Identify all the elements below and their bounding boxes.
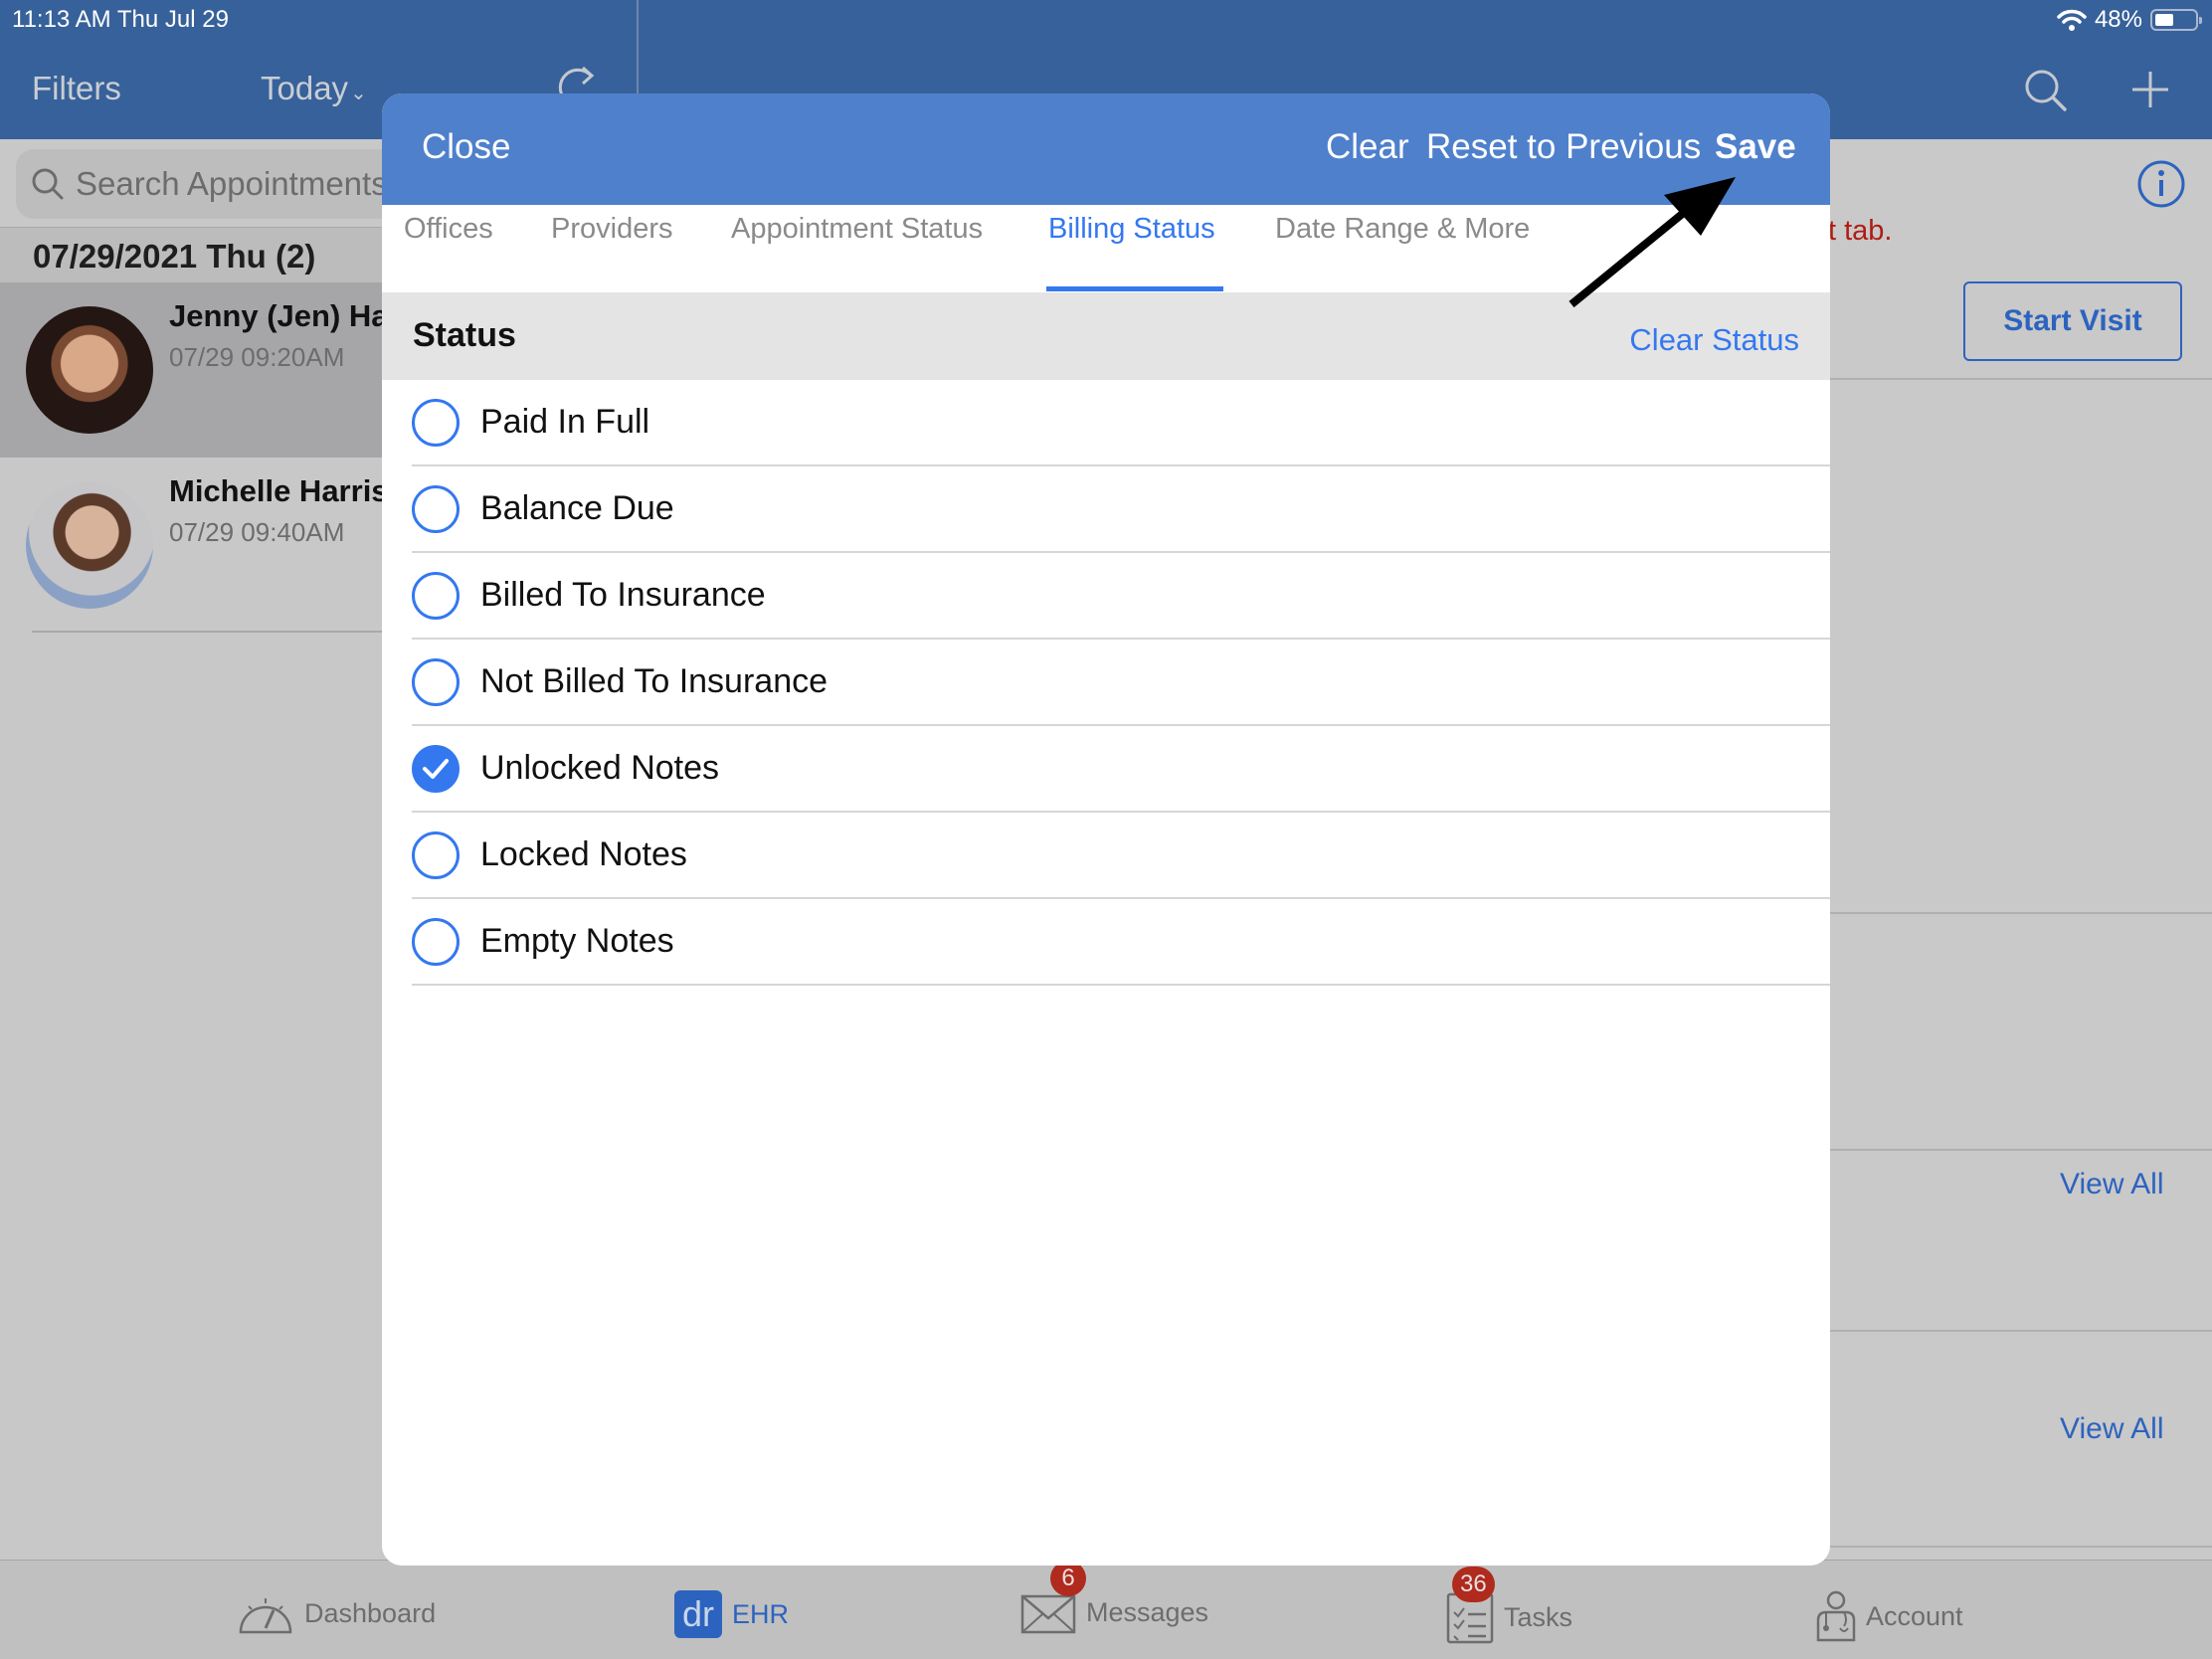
unchecked-circle-icon[interactable] [412,830,460,879]
status-option-row[interactable]: Locked Notes [412,813,1830,899]
search-icon[interactable] [2023,68,2069,113]
wifi-icon [2057,9,2087,31]
today-dropdown[interactable]: Today ⌄ [261,70,367,107]
clear-status-button[interactable]: Clear Status [1629,322,1799,358]
status-option-label: Empty Notes [480,922,674,960]
messages-badge: 6 [1050,1561,1086,1596]
status-option-label: Not Billed To Insurance [480,662,829,700]
chevron-down-icon: ⌄ [350,83,367,104]
start-visit-button[interactable]: Start Visit [1963,281,2182,361]
unchecked-circle-icon[interactable] [412,398,460,447]
section-title: Status [413,316,516,354]
tab-label: Dashboard [304,1597,437,1628]
dr-logo-icon: dr [674,1590,722,1638]
warning-message: t tab. [1828,215,1893,247]
view-all-link[interactable]: View All [2060,1412,2164,1446]
today-label: Today [261,70,349,106]
unchecked-circle-icon[interactable] [412,571,460,620]
status-section-header: Status Clear Status [382,292,1830,380]
checked-circle-icon[interactable] [412,744,460,793]
date-header-text: 07/29/2021 Thu (2) [33,238,316,275]
patient-avatar [26,306,153,434]
modal-header: Close Clear Reset to Previous Save [382,93,1830,205]
status-option-row[interactable]: Balance Due [412,466,1830,553]
tasks-badge: 36 [1452,1567,1495,1602]
tab-offices[interactable]: Offices [404,213,493,246]
status-option-label: Unlocked Notes [480,749,720,787]
tab-dashboard[interactable]: Dashboard [237,1590,436,1636]
checkmark-icon [423,758,449,779]
tab-label: Tasks [1504,1601,1573,1632]
tab-label: Account [1866,1600,1963,1631]
unchecked-circle-icon[interactable] [412,484,460,533]
filter-modal: Close Clear Reset to Previous Save Offic… [382,93,1830,1566]
patient-avatar [26,481,153,609]
doctor-icon [1816,1590,1856,1642]
tab-date-range-more[interactable]: Date Range & More [1275,213,1530,246]
active-tab-indicator [1046,286,1223,291]
filters-button[interactable]: Filters [32,70,121,107]
unchecked-circle-icon[interactable] [412,657,460,706]
tab-ehr[interactable]: dr EHR [674,1590,789,1638]
reset-to-previous-button[interactable]: Reset to Previous [1426,127,1701,167]
speedometer-icon [239,1598,292,1634]
tab-billing-status[interactable]: Billing Status [1048,213,1215,246]
status-option-row[interactable]: Paid In Full [412,380,1830,466]
bottom-tab-bar: Dashboard dr EHR 6 Messages 36 Tasks Acc… [0,1560,2212,1659]
clear-button[interactable]: Clear [1326,127,1409,167]
status-option-label: Billed To Insurance [480,576,766,614]
tab-tasks[interactable]: 36 Tasks [1446,1567,1573,1644]
tab-appointment-status[interactable]: Appointment Status [731,213,983,246]
unchecked-circle-icon[interactable] [412,917,460,966]
save-button[interactable]: Save [1715,127,1796,167]
add-icon[interactable] [2130,70,2170,109]
search-placeholder: Search Appointments [76,165,388,202]
status-time-date: 11:13 AM Thu Jul 29 [12,6,229,33]
status-option-row[interactable]: Not Billed To Insurance [412,640,1830,726]
battery-icon [2150,9,2202,31]
close-button[interactable]: Close [422,127,510,167]
view-all-link[interactable]: View All [2060,1168,2164,1201]
patient-name: Michelle Harris [169,473,389,508]
status-option-row[interactable]: Empty Notes [412,899,1830,986]
status-option-label: Paid In Full [480,403,650,441]
appointment-time: 07/29 09:40AM [169,517,345,547]
status-option-row[interactable]: Billed To Insurance [412,553,1830,640]
status-option-label: Balance Due [480,489,674,527]
status-option-row[interactable]: Unlocked Notes [412,726,1830,813]
status-option-label: Locked Notes [480,835,687,873]
tab-account[interactable]: Account [1816,1590,1963,1642]
status-indicators: 48% [2057,6,2202,34]
tab-label: EHR [732,1598,790,1629]
tab-providers[interactable]: Providers [551,213,673,246]
tab-messages[interactable]: 6 Messages [1020,1561,1209,1634]
appointment-time: 07/29 09:20AM [169,342,345,372]
battery-percent: 48% [2094,6,2142,33]
envelope-icon [1020,1594,1076,1634]
tab-label: Messages [1086,1596,1209,1627]
info-icon[interactable] [2136,159,2186,209]
search-icon [32,168,64,200]
